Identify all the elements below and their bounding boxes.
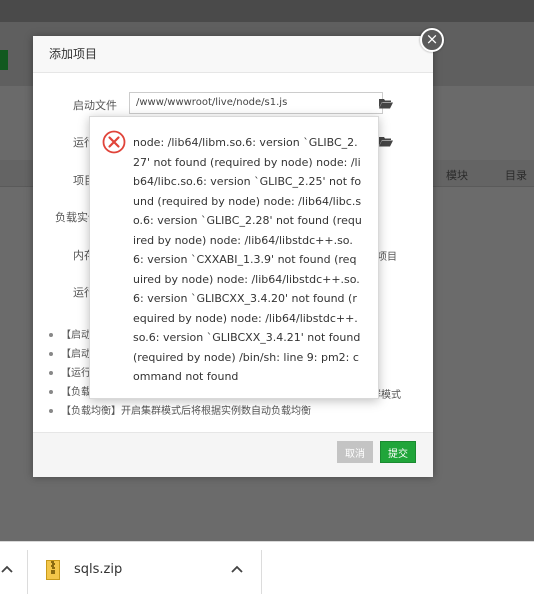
project-side-text: 项目 bbox=[377, 252, 397, 263]
tip-item: 【负载均衡】开启集群模式后将根据实例数自动负载均衡 bbox=[49, 402, 429, 421]
folder-open-icon[interactable] bbox=[379, 98, 393, 109]
error-message-popup: node: /lib64/libm.so.6: version `GLIBC_2… bbox=[89, 116, 379, 399]
zip-file-icon bbox=[46, 560, 60, 580]
dialog-footer: 取消 提交 bbox=[33, 432, 433, 477]
download-bar: sqls.zip bbox=[0, 541, 534, 602]
background-top-bar bbox=[0, 0, 534, 22]
error-message-text: node: /lib64/libm.so.6: version `GLIBC_2… bbox=[133, 136, 362, 383]
close-icon[interactable]: × bbox=[420, 28, 444, 52]
divider bbox=[261, 550, 262, 594]
start-file-label: 启动文件 bbox=[73, 99, 117, 112]
submit-button[interactable]: 提交 bbox=[380, 441, 416, 463]
chevron-up-icon[interactable] bbox=[230, 563, 244, 577]
table-header-directory: 目录 bbox=[505, 169, 527, 182]
download-file-name[interactable]: sqls.zip bbox=[74, 562, 122, 577]
dialog-title: 添加项目 bbox=[33, 36, 433, 73]
divider bbox=[27, 550, 28, 594]
background-green-button bbox=[0, 50, 8, 70]
chevron-up-icon[interactable] bbox=[0, 563, 14, 577]
table-header-module: 模块 bbox=[446, 169, 468, 182]
start-file-input[interactable]: /www/wwwroot/live/node/s1.js bbox=[129, 92, 383, 114]
folder-open-icon[interactable] bbox=[379, 136, 393, 147]
error-x-circle-icon bbox=[102, 130, 126, 154]
cancel-button[interactable]: 取消 bbox=[337, 441, 373, 463]
